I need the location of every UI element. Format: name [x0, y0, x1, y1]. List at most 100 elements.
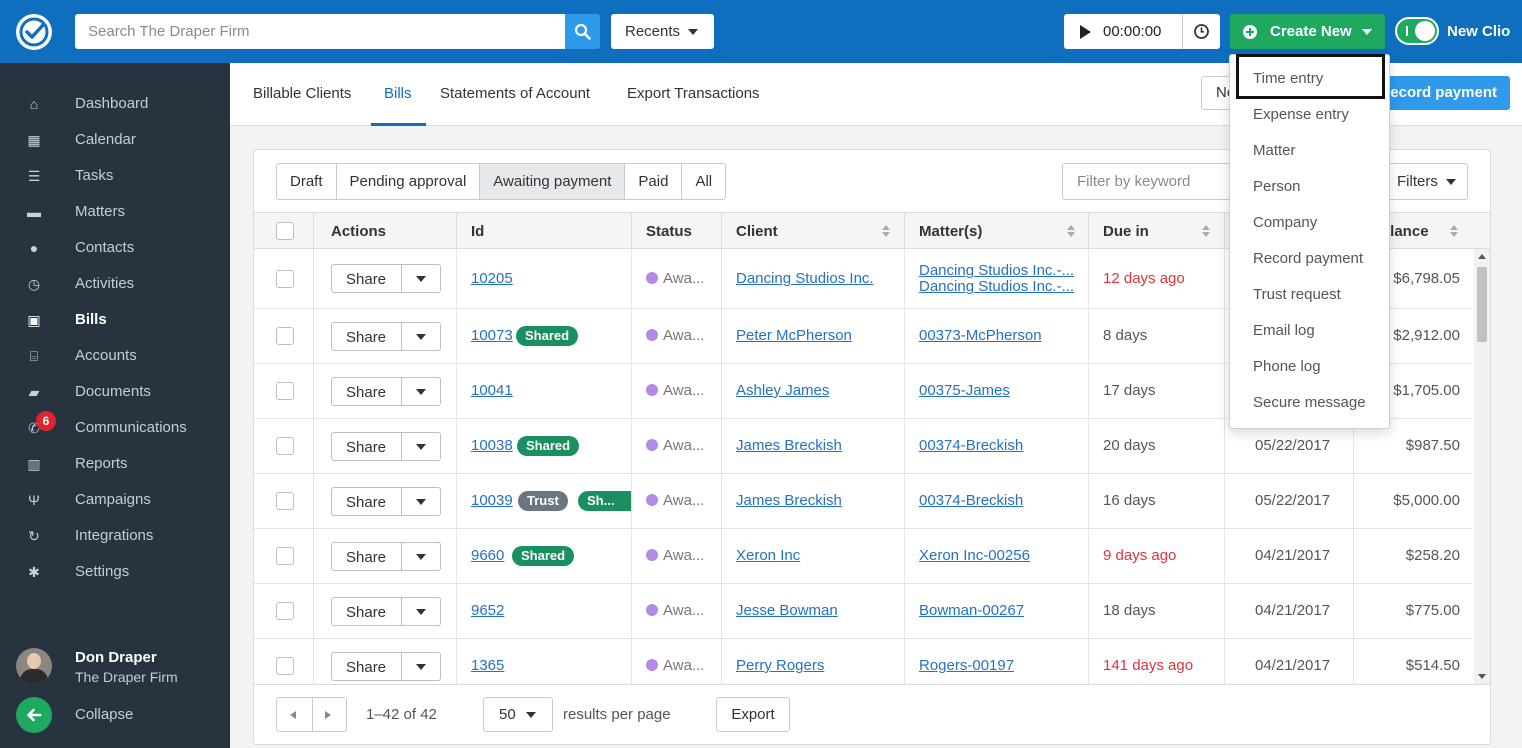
filter-tab-awaiting-payment[interactable]: Awaiting payment [480, 164, 626, 199]
per-page-select[interactable]: 50 [483, 697, 553, 732]
new-clio-toggle[interactable] [1395, 17, 1439, 45]
tab-bills[interactable]: Bills [384, 85, 412, 102]
column-header-status[interactable]: Status [646, 223, 692, 240]
client-link[interactable]: Perry Rogers [736, 657, 824, 674]
matter-link[interactable]: Dancing Studios Inc.-... [919, 262, 1074, 279]
column-header-id[interactable]: Id [471, 223, 484, 240]
filter-tab-paid[interactable]: Paid [625, 164, 683, 199]
sidebar-item-calendar[interactable]: ▦ Calendar [0, 122, 230, 158]
sort-icon[interactable] [1067, 225, 1075, 237]
matter-link[interactable]: 00374-Breckish [919, 492, 1023, 509]
select-all-checkbox[interactable] [276, 222, 294, 240]
chevron-down-icon[interactable] [416, 664, 426, 670]
chevron-down-icon[interactable] [416, 554, 426, 560]
share-button[interactable]: Share [331, 597, 441, 626]
share-button[interactable]: Share [331, 487, 441, 516]
chevron-down-icon[interactable] [416, 334, 426, 340]
matter-link[interactable]: Rogers-00197 [919, 657, 1014, 674]
share-button[interactable]: Share [331, 432, 441, 461]
share-button[interactable]: Share [331, 377, 441, 406]
matter-link[interactable]: 00374-Breckish [919, 437, 1023, 454]
sidebar-item-communications[interactable]: ✆ 6 Communications [0, 410, 230, 446]
sidebar-item-tasks[interactable]: ☰ Tasks [0, 158, 230, 194]
client-link[interactable]: James Breckish [736, 437, 842, 454]
row-checkbox[interactable] [276, 602, 294, 620]
table-scrollbar[interactable] [1474, 249, 1490, 684]
row-checkbox[interactable] [276, 382, 294, 400]
tab-statements-of-account[interactable]: Statements of Account [440, 85, 590, 102]
scroll-down-arrow-icon[interactable] [1478, 674, 1486, 679]
record-payment-button[interactable]: Record payment [1370, 76, 1510, 110]
filter-tab-all[interactable]: All [682, 164, 726, 199]
row-checkbox[interactable] [276, 437, 294, 455]
client-link[interactable]: Peter McPherson [736, 327, 852, 344]
menu-item-company[interactable]: Company [1253, 214, 1317, 231]
sort-icon[interactable] [1450, 225, 1458, 237]
column-header-due-in[interactable]: Due in [1103, 223, 1149, 240]
bill-id-link[interactable]: 10039 [471, 492, 513, 509]
sidebar-item-contacts[interactable]: ● Contacts [0, 230, 230, 266]
sidebar-item-settings[interactable]: ✱ Settings [0, 554, 230, 590]
row-checkbox[interactable] [276, 327, 294, 345]
client-link[interactable]: James Breckish [736, 492, 842, 509]
sidebar-item-campaigns[interactable]: Ψ Campaigns [0, 482, 230, 518]
play-icon[interactable] [1080, 25, 1091, 39]
client-link[interactable]: Jesse Bowman [736, 602, 838, 619]
sort-icon[interactable] [882, 225, 890, 237]
scroll-up-arrow-icon[interactable] [1478, 254, 1486, 259]
share-button[interactable]: Share [331, 264, 441, 293]
user-name[interactable]: Don Draper [75, 649, 157, 666]
share-button[interactable]: Share [331, 652, 441, 681]
chevron-down-icon[interactable] [416, 444, 426, 450]
sidebar-item-matters[interactable]: ▬ Matters [0, 194, 230, 230]
row-checkbox[interactable] [276, 657, 294, 675]
chevron-down-icon[interactable] [416, 276, 426, 282]
tab-billable-clients[interactable]: Billable Clients [253, 85, 351, 102]
menu-item-record-payment[interactable]: Record payment [1253, 250, 1363, 267]
scrollbar-thumb[interactable] [1477, 267, 1487, 342]
create-new-button[interactable]: Create New [1230, 14, 1385, 49]
sort-icon[interactable] [1202, 225, 1210, 237]
bill-id-link[interactable]: 9652 [471, 602, 504, 619]
chevron-down-icon[interactable] [416, 499, 426, 505]
client-link[interactable]: Dancing Studios Inc. [736, 270, 874, 287]
bill-id-link[interactable]: 9660 [471, 547, 504, 564]
clio-logo-icon[interactable] [16, 14, 52, 50]
menu-item-expense-entry[interactable]: Expense entry [1253, 106, 1349, 123]
client-link[interactable]: Xeron Inc [736, 547, 800, 564]
client-link[interactable]: Ashley James [736, 382, 829, 399]
menu-item-person[interactable]: Person [1253, 178, 1301, 195]
sidebar-item-integrations[interactable]: ↻ Integrations [0, 518, 230, 554]
row-checkbox[interactable] [276, 492, 294, 510]
keyword-filter-input[interactable] [1062, 163, 1232, 200]
bill-id-link[interactable]: 10041 [471, 382, 513, 399]
matter-link[interactable]: Bowman-00267 [919, 602, 1024, 619]
column-header-client[interactable]: Client [736, 223, 778, 240]
collapse-label[interactable]: Collapse [75, 706, 133, 723]
menu-item-phone-log[interactable]: Phone log [1253, 358, 1321, 375]
sidebar-item-dashboard[interactable]: ⌂ Dashboard [0, 86, 230, 122]
filter-tab-draft[interactable]: Draft [277, 164, 337, 199]
bill-id-link[interactable]: 10073 [471, 327, 513, 344]
row-checkbox[interactable] [276, 270, 294, 288]
recents-dropdown[interactable]: Recents [611, 14, 714, 49]
bill-id-link[interactable]: 10038 [471, 437, 513, 454]
bill-id-link[interactable]: 10205 [471, 270, 513, 287]
filter-tab-pending-approval[interactable]: Pending approval [336, 164, 481, 199]
search-button[interactable] [565, 14, 600, 49]
clock-icon[interactable] [1193, 23, 1210, 40]
matter-link[interactable]: Xeron Inc-00256 [919, 547, 1030, 564]
menu-item-matter[interactable]: Matter [1253, 142, 1296, 159]
share-button[interactable]: Share [331, 542, 441, 571]
column-header-matters[interactable]: Matter(s) [919, 223, 982, 240]
sidebar-item-accounts[interactable]: ⌸ Accounts [0, 338, 230, 374]
next-page-icon[interactable] [325, 711, 331, 719]
matter-link[interactable]: 00375-James [919, 382, 1010, 399]
tab-export-transactions[interactable]: Export Transactions [627, 85, 760, 102]
collapse-button[interactable] [16, 697, 52, 733]
matter-link[interactable]: Dancing Studios Inc.-... [919, 278, 1074, 295]
chevron-down-icon[interactable] [416, 389, 426, 395]
share-button[interactable]: Share [331, 322, 441, 351]
avatar[interactable] [16, 648, 52, 684]
menu-item-secure-message[interactable]: Secure message [1253, 394, 1366, 411]
